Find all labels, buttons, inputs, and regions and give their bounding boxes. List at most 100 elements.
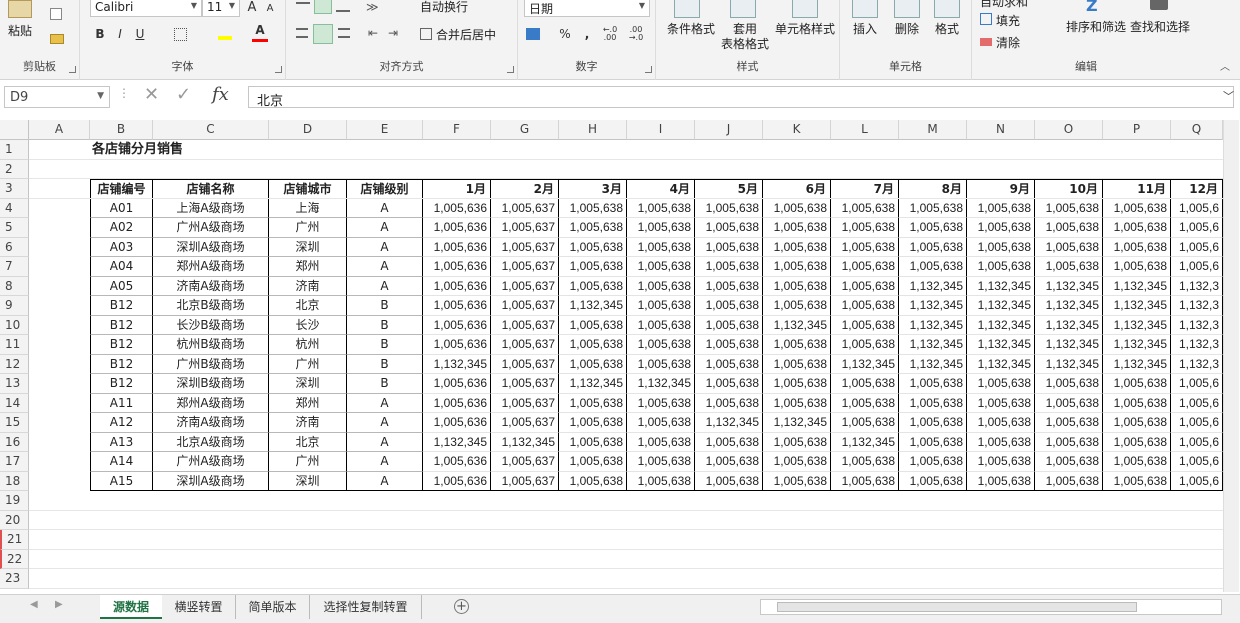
table-cell[interactable]: 1,005,638 (559, 198, 627, 218)
table-cell[interactable]: 1,005,638 (831, 237, 899, 257)
table-cell[interactable]: 1,005,637 (491, 296, 559, 316)
row-header-5[interactable]: 5 (0, 218, 29, 238)
table-cell[interactable]: 深圳 (269, 471, 347, 491)
table-cell[interactable]: B12 (90, 296, 153, 316)
accounting-format-icon[interactable] (526, 28, 540, 40)
table-cell[interactable]: A (347, 276, 423, 296)
merge-center-icon[interactable] (420, 28, 432, 40)
table-header-cell[interactable]: 店铺名称 (153, 179, 269, 199)
decrease-indent-icon[interactable]: ⇤ (368, 26, 378, 40)
table-cell[interactable]: 1,132,3 (1171, 315, 1223, 335)
table-cell[interactable]: 1,005,638 (763, 393, 831, 413)
row-header-20[interactable]: 20 (0, 510, 29, 530)
table-cell[interactable]: 1,005,638 (831, 393, 899, 413)
table-cell[interactable]: 1,132,345 (899, 354, 967, 374)
table-cell[interactable]: 1,005,638 (1103, 218, 1171, 238)
column-header-Q[interactable]: Q (1171, 120, 1223, 140)
table-cell[interactable]: 1,005,638 (627, 471, 695, 491)
sort-filter-icon[interactable]: Z (1086, 0, 1098, 15)
column-header-H[interactable]: H (559, 120, 627, 140)
table-cell[interactable]: 1,005,638 (695, 237, 763, 257)
table-cell[interactable]: 1,132,345 (1035, 276, 1103, 296)
delete-cells-icon[interactable] (894, 0, 920, 18)
table-cell[interactable]: 1,005,638 (627, 198, 695, 218)
table-header-cell[interactable]: 店铺城市 (269, 179, 347, 199)
table-cell[interactable]: 上海 (269, 198, 347, 218)
table-cell[interactable]: 深圳A级商场 (153, 471, 269, 491)
table-cell[interactable]: A03 (90, 237, 153, 257)
increase-decimal-button[interactable]: ←.0 .00 (598, 26, 622, 42)
fill-color-icon[interactable] (218, 28, 232, 40)
table-cell[interactable]: 1,005,6 (1171, 198, 1223, 218)
row-header-8[interactable]: 8 (0, 276, 29, 296)
table-cell[interactable]: 1,005,638 (899, 198, 967, 218)
table-cell[interactable]: 1,005,638 (831, 198, 899, 218)
clear-icon[interactable] (980, 38, 992, 46)
decrease-decimal-button[interactable]: .00 →.0 (624, 26, 648, 42)
table-cell[interactable]: 1,005,638 (695, 257, 763, 277)
table-cell[interactable]: 1,005,638 (763, 198, 831, 218)
insert-function-icon[interactable]: fx (212, 84, 229, 105)
table-header-cell[interactable]: 6月 (763, 179, 831, 199)
column-header-B[interactable]: B (90, 120, 153, 140)
orientation-icon[interactable]: ≫ (366, 0, 379, 14)
table-cell[interactable]: B (347, 335, 423, 355)
table-cell[interactable]: 1,005,638 (1035, 218, 1103, 238)
table-cell[interactable]: 1,132,345 (559, 374, 627, 394)
column-header-I[interactable]: I (627, 120, 695, 140)
table-cell[interactable]: 上海A级商场 (153, 198, 269, 218)
table-cell[interactable]: 1,005,6 (1171, 432, 1223, 452)
table-cell[interactable]: 1,005,638 (559, 471, 627, 491)
table-cell[interactable]: 1,005,638 (831, 315, 899, 335)
table-cell[interactable]: 1,005,638 (899, 432, 967, 452)
table-cell[interactable]: A15 (90, 471, 153, 491)
table-cell[interactable]: 1,132,345 (491, 432, 559, 452)
table-cell[interactable]: 1,005,638 (1103, 432, 1171, 452)
table-cell[interactable]: 1,005,637 (491, 354, 559, 374)
table-cell[interactable]: 1,005,638 (831, 276, 899, 296)
row-header-18[interactable]: 18 (0, 471, 29, 491)
table-header-cell[interactable]: 9月 (967, 179, 1035, 199)
table-cell[interactable]: 1,005,638 (627, 315, 695, 335)
cell-styles-button[interactable]: 单元格样式 (772, 22, 838, 37)
table-cell[interactable]: 1,132,345 (1103, 296, 1171, 316)
row-header-19[interactable]: 19 (0, 491, 29, 511)
table-cell[interactable]: A (347, 393, 423, 413)
table-cell[interactable]: 1,005,638 (831, 374, 899, 394)
table-cell[interactable]: 1,005,638 (695, 296, 763, 316)
autosum-button[interactable]: 自动求和 (980, 0, 1028, 10)
table-cell[interactable]: 1,005,638 (559, 218, 627, 238)
table-cell[interactable]: 1,132,345 (967, 276, 1035, 296)
table-cell[interactable]: 郑州A级商场 (153, 257, 269, 277)
table-cell[interactable]: B12 (90, 335, 153, 355)
table-cell[interactable]: 杭州B级商场 (153, 335, 269, 355)
cancel-icon[interactable]: ✕ (144, 84, 159, 105)
table-cell[interactable]: 1,132,345 (1035, 315, 1103, 335)
table-cell[interactable]: A01 (90, 198, 153, 218)
table-cell[interactable]: 1,005,637 (491, 452, 559, 472)
table-cell[interactable]: 1,005,638 (1035, 452, 1103, 472)
table-cell[interactable]: 1,005,638 (1103, 393, 1171, 413)
table-cell[interactable]: 1,005,638 (763, 374, 831, 394)
table-cell[interactable]: 1,132,345 (695, 413, 763, 433)
table-cell[interactable]: 1,005,638 (967, 374, 1035, 394)
table-cell[interactable]: A (347, 218, 423, 238)
table-cell[interactable]: A (347, 198, 423, 218)
sheet-tab-source[interactable]: 源数据 (100, 595, 162, 619)
column-header-K[interactable]: K (763, 120, 831, 140)
table-cell[interactable]: 1,005,638 (763, 471, 831, 491)
column-header-M[interactable]: M (899, 120, 967, 140)
table-cell[interactable]: 1,005,638 (1103, 452, 1171, 472)
row-header-11[interactable]: 11 (0, 335, 29, 355)
font-launcher-icon[interactable] (275, 66, 282, 73)
table-cell[interactable]: 广州 (269, 452, 347, 472)
table-cell[interactable]: 1,005,638 (695, 393, 763, 413)
column-header-P[interactable]: P (1103, 120, 1171, 140)
plus-circle-icon[interactable]: + (454, 599, 469, 614)
font-color-button[interactable]: A (252, 22, 268, 42)
table-header-cell[interactable]: 店铺编号 (90, 179, 153, 199)
table-cell[interactable]: 1,132,345 (1103, 276, 1171, 296)
table-cell[interactable]: 广州A级商场 (153, 452, 269, 472)
table-cell[interactable]: 1,132,345 (763, 315, 831, 335)
table-cell[interactable]: 1,005,638 (831, 413, 899, 433)
